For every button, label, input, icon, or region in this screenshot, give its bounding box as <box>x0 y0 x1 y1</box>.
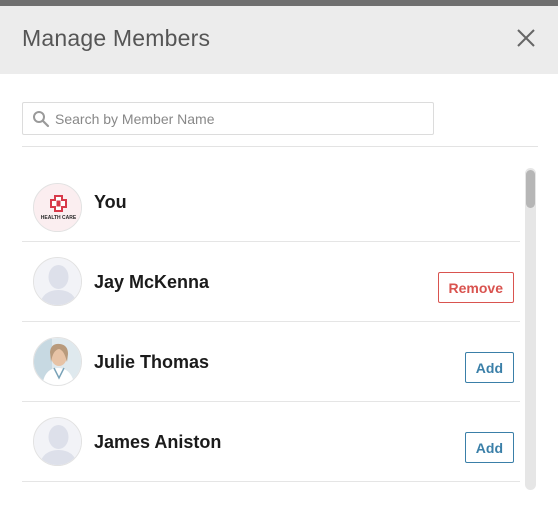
scrollbar-thumb[interactable] <box>526 170 535 208</box>
dialog-title: Manage Members <box>22 25 211 51</box>
photo-avatar <box>33 337 82 386</box>
add-button[interactable]: Add <box>464 352 514 383</box>
member-name: You <box>94 192 127 212</box>
member-row: Julie Thomas Add <box>22 322 520 402</box>
divider <box>22 146 538 147</box>
search-icon <box>32 110 50 128</box>
health-care-logo-text: HEALTH CARE <box>41 215 77 221</box>
close-icon[interactable] <box>514 26 538 50</box>
member-row: James Aniston Add <box>22 402 520 482</box>
health-care-logo-avatar: HEALTH CARE <box>33 183 82 232</box>
member-name: James Aniston <box>94 432 222 452</box>
member-list: HEALTH CARE You Jay McKenna Remove Julie… <box>22 168 520 488</box>
add-button[interactable]: Add <box>464 432 514 463</box>
remove-button[interactable]: Remove <box>437 272 514 303</box>
dialog-header: Manage Members <box>0 6 558 74</box>
member-row: HEALTH CARE You <box>22 168 520 242</box>
default-avatar-icon <box>33 257 82 306</box>
member-row: Jay McKenna Remove <box>22 242 520 322</box>
search-input[interactable] <box>55 103 425 134</box>
scrollbar-track[interactable] <box>525 168 536 490</box>
default-avatar-icon <box>33 417 82 466</box>
member-name: Julie Thomas <box>94 352 210 372</box>
member-name: Jay McKenna <box>94 272 210 292</box>
search-box <box>22 102 434 135</box>
